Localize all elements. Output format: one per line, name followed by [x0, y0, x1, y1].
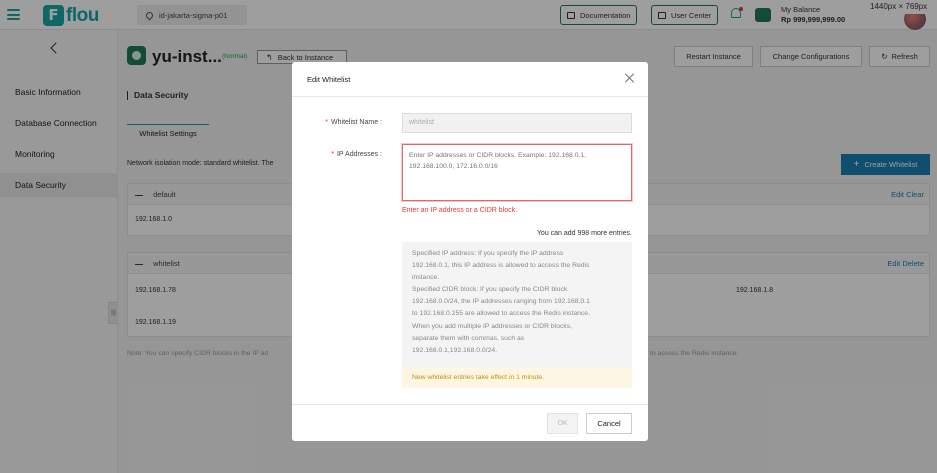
ok-button[interactable]: OK	[547, 413, 578, 434]
whitelist-name-input: whitelist	[402, 113, 632, 133]
ip-addresses-label: * IP Addresses :	[331, 151, 382, 158]
ip-addresses-label-text: IP Addresses :	[336, 151, 382, 158]
close-icon[interactable]	[625, 73, 635, 83]
ip-addresses-textarea[interactable]	[402, 144, 632, 201]
effect-tip: New whitelist entries take effect in 1 m…	[402, 367, 632, 388]
help-line: 192.168.0.0/24, the IP addresses ranging…	[412, 298, 590, 306]
divider	[292, 96, 648, 97]
help-line: separate them with commas, such as	[412, 334, 525, 342]
ip-error-message: Enter an IP address or a CIDR block.	[402, 207, 518, 214]
remaining-entries-text: You can add 998 more entries.	[536, 230, 632, 237]
divider	[292, 404, 648, 405]
help-line: 192.168.0.1, this IP address is allowed …	[412, 262, 590, 270]
help-line: instance.	[412, 274, 440, 282]
help-line: Specified CIDR block: If you specify the…	[412, 286, 568, 294]
required-marker: *	[325, 119, 329, 126]
help-line: When you add multiple IP addresses or CI…	[412, 322, 573, 330]
required-marker: *	[331, 151, 334, 158]
cancel-button[interactable]: Cancel	[586, 413, 632, 434]
dialog-title: Edit Whitelist	[307, 75, 351, 84]
help-line: to 192.168.0.255 are allowed to access t…	[412, 310, 590, 318]
ip-help-box: Specified IP address: If you specify the…	[402, 242, 632, 367]
edit-whitelist-dialog: Edit Whitelist * Whitelist Name : whiteli…	[292, 62, 648, 441]
help-line: 192.168.0.1,192.168.0.0/24.	[412, 346, 498, 354]
whitelist-name-label: * Whitelist Name :	[325, 119, 382, 126]
help-line: Specified IP address: If you specify the…	[412, 250, 564, 257]
whitelist-name-label-text: Whitelist Name :	[331, 119, 382, 126]
